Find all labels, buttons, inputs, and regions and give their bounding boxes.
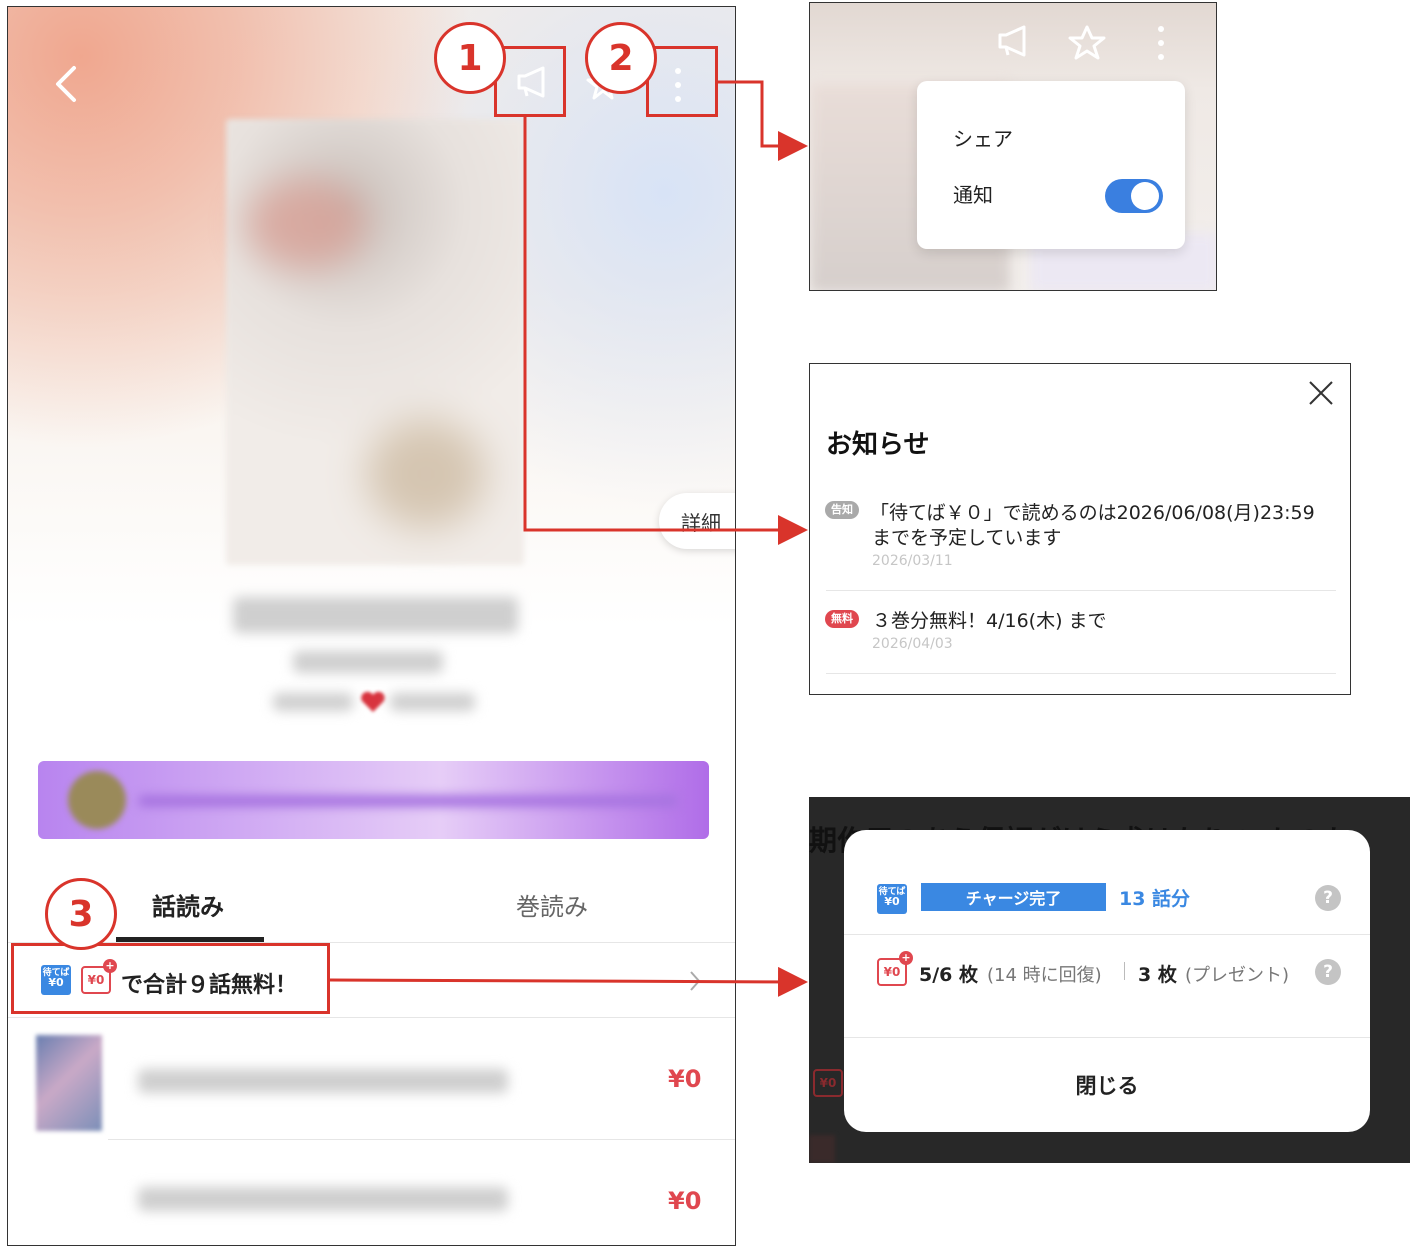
close-button[interactable]: 閉じる: [844, 1070, 1370, 1100]
star-icon[interactable]: [1068, 25, 1106, 65]
menu-item-share[interactable]: シェア: [953, 123, 1013, 152]
yen-badge-label: ¥0: [883, 965, 901, 979]
separator: [1124, 962, 1125, 980]
notice-date: 2026/03/11: [872, 553, 953, 569]
divider: [844, 1037, 1370, 1038]
charge-count: 13 話分: [1119, 888, 1191, 910]
charge-dialog: 待てば ¥0 チャージ完了 13 話分 ? ¥0 + 5/6 枚 (14 時に回復)…: [844, 830, 1370, 1132]
overflow-menu: シェア 通知: [917, 81, 1185, 249]
notice-text: 「待てば￥０」で読めるのは2026/06/08(月)23:59: [870, 502, 1315, 524]
charge-dialog-screenshot: 期作用のあう保証がけら求はなり いかのた ¥0 待てば¥0 チャージ完了 13 …: [809, 797, 1410, 1163]
charge-complete-badge: チャージ完了: [921, 883, 1106, 911]
notice-title: お知らせ: [826, 430, 930, 460]
plus-icon: +: [899, 951, 913, 965]
present-label: (プレゼント): [1185, 965, 1290, 986]
ticket-count: 5/6 枚: [919, 964, 978, 986]
close-icon[interactable]: [1308, 380, 1334, 410]
notice-tag: 告知: [825, 501, 859, 519]
notice-tag: 無料: [825, 610, 859, 628]
wait-free-badge: 待てば ¥0: [877, 884, 907, 914]
menu-popup-screenshot: シェア 通知: [809, 2, 1217, 291]
notify-toggle[interactable]: [1105, 179, 1163, 213]
divider: [844, 934, 1370, 935]
ticket-recovery: (14 時に回復): [987, 965, 1102, 986]
yen-ticket-icon: ¥0: [813, 1069, 843, 1097]
help-icon[interactable]: ?: [1315, 959, 1341, 985]
more-vertical-icon[interactable]: [1155, 23, 1167, 67]
background-thumbnail: [809, 1135, 835, 1163]
notice-popup-screenshot: お知らせ 告知 「待てば￥０」で読めるのは2026/06/08(月)23:59 …: [809, 363, 1351, 695]
divider: [826, 590, 1336, 591]
notice-text: までを予定しています: [872, 527, 1062, 549]
menu-item-notify: 通知: [953, 183, 993, 207]
divider: [826, 673, 1336, 674]
notice-text: ３巻分無料！4/16(木) まで: [872, 610, 1107, 632]
yen-ticket-badge: ¥0 +: [877, 951, 913, 986]
notice-date: 2026/04/03: [872, 636, 953, 652]
megaphone-icon[interactable]: [994, 23, 1030, 63]
help-icon[interactable]: ?: [1315, 885, 1341, 911]
present-count: 3 枚: [1138, 964, 1177, 986]
wait-badge-bottom: ¥0: [884, 895, 900, 908]
